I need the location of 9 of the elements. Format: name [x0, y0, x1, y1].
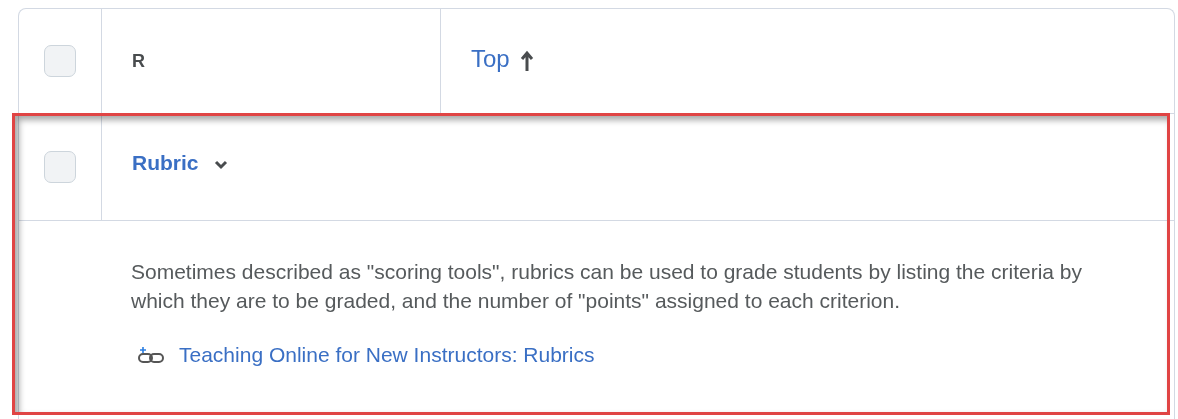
checkbox[interactable]: [44, 151, 76, 183]
description-text: Sometimes described as "scoring tools", rubrics can be used to grade students by listing the criteria by which they are to be graded, and the number of "points" assigned to each criterion.: [131, 259, 1084, 314]
resource-link[interactable]: Teaching Online for New Instructors: Rubrics: [179, 343, 595, 367]
checkbox[interactable]: [44, 45, 76, 77]
sort-link[interactable]: Top: [471, 45, 510, 73]
rubric-link[interactable]: Rubric: [132, 151, 199, 175]
column-header: R: [132, 50, 145, 72]
chevron-down-icon[interactable]: [212, 159, 229, 171]
link-icon: [137, 346, 165, 364]
